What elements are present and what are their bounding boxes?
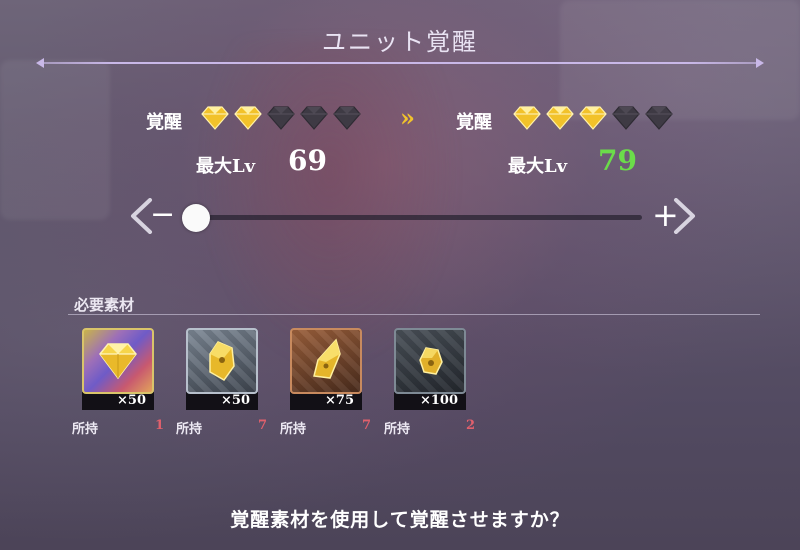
owned-count: 7 — [258, 418, 268, 433]
gold-crystal-icon — [313, 338, 341, 379]
confirm-question: 覚醒素材を使用して覚醒させますか？ — [230, 509, 570, 531]
level-slider-track[interactable] — [190, 215, 642, 220]
rainbow-diamond-icon — [99, 343, 137, 380]
material-quantity: ×100 — [394, 392, 466, 410]
current-max-level-value: 69 — [288, 144, 327, 177]
filled-gem-icon — [513, 106, 541, 130]
material-frame — [82, 328, 154, 394]
title-divider — [40, 62, 760, 64]
empty-gem-icon — [612, 106, 640, 130]
owned-count: 1 — [155, 418, 165, 433]
chevron-right-icon[interactable] — [672, 198, 698, 234]
filled-gem-icon — [546, 106, 574, 130]
empty-gem-icon — [300, 106, 328, 130]
empty-gem-icon — [267, 106, 295, 130]
material-item[interactable]: ×50 — [82, 328, 154, 410]
double-chevron-right-icon: » — [400, 103, 415, 132]
owned-label: 所持 — [280, 422, 307, 437]
material-frame — [290, 328, 362, 394]
empty-gem-icon — [645, 106, 673, 130]
material-item[interactable]: ×50 — [186, 328, 258, 410]
material-frame — [186, 328, 258, 394]
owned-label: 所持 — [384, 422, 411, 437]
material-quantity: ×75 — [290, 392, 362, 410]
material-frame — [394, 328, 466, 394]
owned-count: 7 — [362, 418, 372, 433]
level-slider-thumb[interactable] — [182, 204, 210, 232]
filled-gem-icon — [579, 106, 607, 130]
owned-count: 2 — [466, 418, 476, 433]
current-awakening-gems — [200, 105, 362, 131]
next-max-level-value: 79 — [598, 144, 637, 177]
current-max-level-label: 最大Lv — [196, 156, 256, 177]
slider-minus-button[interactable]: − — [150, 200, 175, 230]
filled-gem-icon — [234, 106, 262, 130]
next-awakening-label: 覚醒 — [456, 112, 492, 133]
gold-shard-icon — [209, 341, 235, 381]
title-line-right-arrow — [756, 58, 764, 68]
materials-divider — [68, 314, 760, 315]
owned-label: 所持 — [72, 422, 99, 437]
filled-gem-icon — [201, 106, 229, 130]
background-panel — [0, 60, 110, 220]
material-item[interactable]: ×75 — [290, 328, 362, 410]
next-awakening-gems — [512, 105, 674, 131]
next-max-level-label: 最大Lv — [508, 156, 568, 177]
empty-gem-icon — [333, 106, 361, 130]
screen-title: ユニット覚醒 — [322, 28, 478, 56]
material-item[interactable]: ×100 — [394, 328, 466, 410]
background-character — [200, 40, 460, 370]
material-quantity: ×50 — [82, 392, 154, 410]
owned-label: 所持 — [176, 422, 203, 437]
current-awakening-label: 覚醒 — [146, 112, 182, 133]
gold-nugget-icon — [419, 347, 443, 375]
background-panel — [560, 0, 800, 120]
material-quantity: ×50 — [186, 392, 258, 410]
required-materials-label: 必要素材 — [74, 296, 135, 314]
